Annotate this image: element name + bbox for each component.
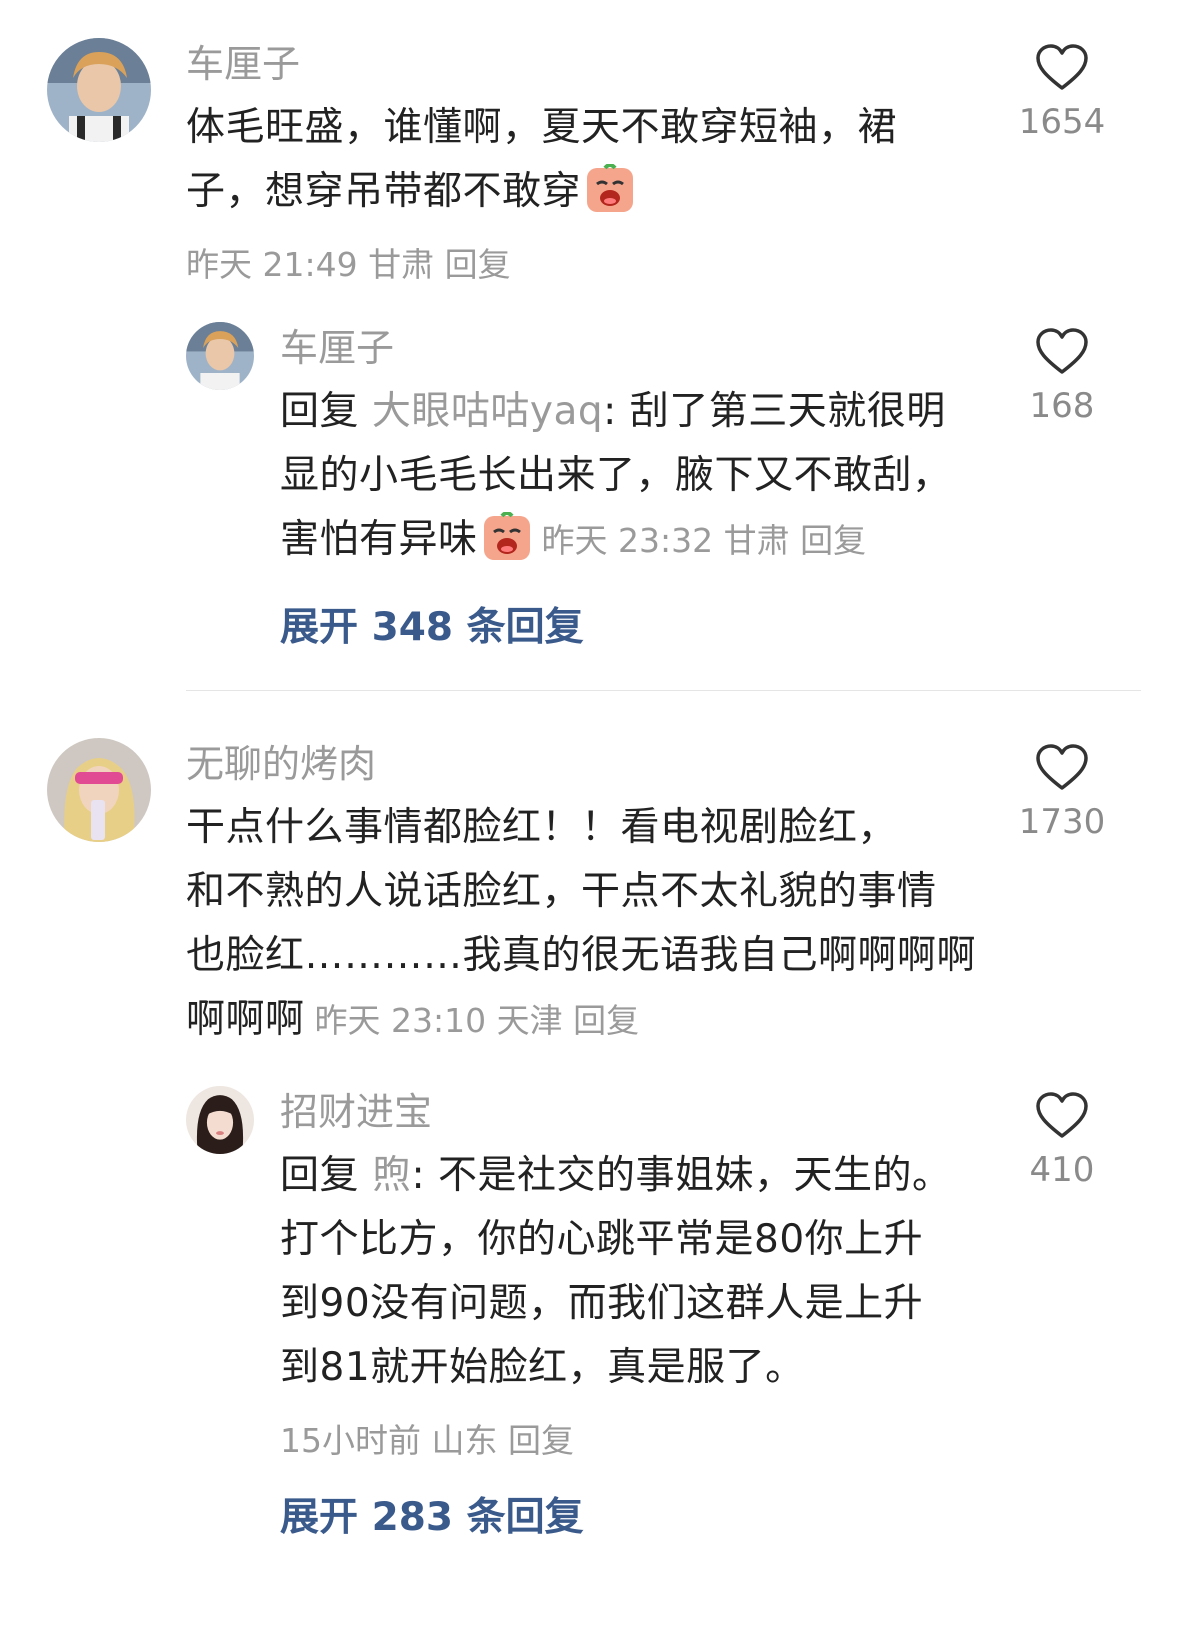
reply-text: 回复 大眼咕咕yaq: 刮了第三天就很明 显的小毛毛长出来了，腋下又不敢刮， 害…	[280, 380, 1000, 582]
like-count: 1730	[1018, 802, 1106, 842]
reply-meta: 昨天 23:32 甘肃 回复	[541, 521, 867, 560]
like-count: 1654	[1018, 102, 1106, 142]
reply-text: 回复 煦: 不是社交的事姐妹，天生的。 打个比方，你的心跳平常是80你上升 到9…	[280, 1144, 1000, 1400]
comment-author[interactable]: 无聊的烤肉	[186, 742, 376, 786]
crying-emoji-icon	[585, 163, 635, 234]
comment-text-line-content: 子，想穿吊带都不敢穿	[186, 169, 582, 214]
like-count: 168	[1029, 386, 1095, 426]
avatar[interactable]	[47, 38, 151, 142]
like-count: 410	[1029, 1150, 1095, 1190]
reply-text-line: 害怕有异味 昨天 23:32 甘肃 回复	[280, 508, 1000, 582]
like-button[interactable]: 1730	[1002, 744, 1122, 842]
comment-text-line: 也脸红…………我真的很无语我自己啊啊啊啊	[186, 933, 977, 978]
expand-replies-button[interactable]: 展开 348 条回复	[280, 596, 584, 652]
heart-icon	[1036, 744, 1088, 790]
reply-author[interactable]: 车厘子	[280, 326, 394, 370]
reply-author[interactable]: 招财进宝	[280, 1090, 432, 1134]
expand-replies-button[interactable]: 展开 283 条回复	[280, 1486, 584, 1542]
reply-text-content: : 刮了第三天就很明	[603, 389, 946, 434]
reply-text-line: 打个比方，你的心跳平常是80你上升	[280, 1217, 924, 1262]
divider	[186, 690, 1141, 691]
crying-emoji-icon	[482, 511, 532, 582]
heart-icon	[1036, 1092, 1088, 1138]
heart-icon	[1036, 44, 1088, 90]
comment-text: 干点什么事情都脸红！！看电视剧脸红， 和不熟的人说话脸红，干点不太礼貌的事情 也…	[186, 796, 996, 1053]
reply-to-user[interactable]: 大眼咕咕yaq	[372, 389, 603, 434]
comment-text-line: 啊啊啊 昨天 23:10 天津 回复	[186, 988, 996, 1053]
comment-text-line: 和不熟的人说话脸红，干点不太礼貌的事情	[186, 869, 937, 914]
heart-icon	[1036, 328, 1088, 374]
reply-prefix: 回复	[280, 1153, 360, 1198]
avatar[interactable]	[186, 322, 254, 390]
comment-author[interactable]: 车厘子	[186, 42, 300, 86]
reply-to-user[interactable]: 煦	[372, 1153, 412, 1198]
comment-text: 体毛旺盛，谁懂啊，夏天不敢穿短袖，裙 子，想穿吊带都不敢穿	[186, 96, 986, 234]
reply-text-content: : 不是社交的事姐妹，天生的。	[411, 1153, 952, 1198]
like-button[interactable]: 410	[1002, 1092, 1122, 1190]
reply-text-line: 回复 大眼咕咕yaq: 刮了第三天就很明	[280, 380, 1000, 444]
like-button[interactable]: 168	[1002, 328, 1122, 426]
reply-text-content: 害怕有异味	[280, 517, 478, 562]
reply-text-line: 到90没有问题，而我们这群人是上升	[280, 1281, 924, 1326]
comment-text-line: 子，想穿吊带都不敢穿	[186, 160, 986, 234]
reply-prefix: 回复	[280, 389, 360, 434]
comment-meta: 昨天 21:49 甘肃 回复	[186, 245, 511, 284]
avatar[interactable]	[47, 738, 151, 842]
comment-meta: 昨天 23:10 天津 回复	[314, 1001, 640, 1040]
reply-text-line: 显的小毛毛长出来了，腋下又不敢刮，	[280, 453, 952, 498]
comment-text-line: 干点什么事情都脸红！！看电视剧脸红，	[186, 805, 898, 850]
avatar[interactable]	[186, 1086, 254, 1154]
reply-text-line: 到81就开始脸红，真是服了。	[280, 1345, 805, 1390]
comment-text-line: 体毛旺盛，谁懂啊，夏天不敢穿短袖，裙	[186, 105, 898, 150]
reply-text-line: 回复 煦: 不是社交的事姐妹，天生的。	[280, 1144, 1000, 1208]
reply-meta: 15小时前 山东 回复	[280, 1421, 574, 1460]
like-button[interactable]: 1654	[1002, 44, 1122, 142]
comment-text-line-content: 啊啊啊	[186, 997, 305, 1042]
